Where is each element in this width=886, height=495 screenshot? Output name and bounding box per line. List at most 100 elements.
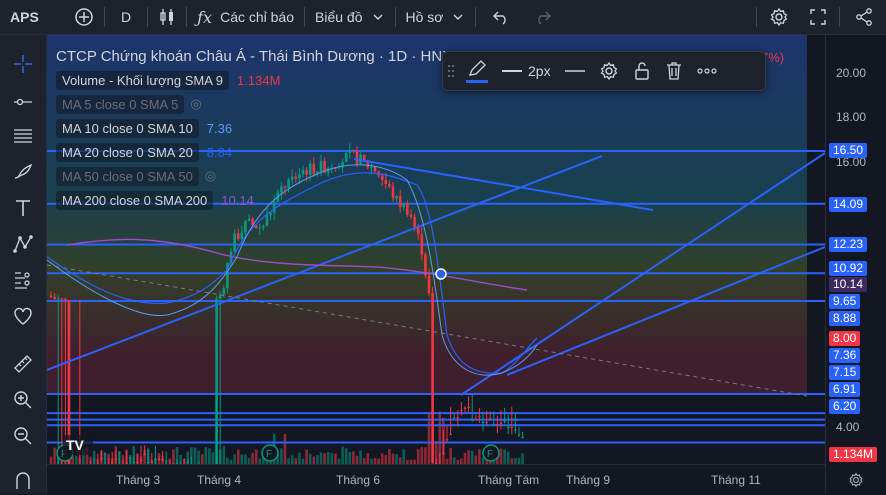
- drawing-toolbar: [0, 35, 47, 494]
- price-label: 16.50: [829, 143, 868, 158]
- pattern-tool[interactable]: [10, 231, 36, 257]
- time-tick: Tháng 4: [197, 473, 242, 487]
- unlock-icon: [634, 62, 649, 80]
- time-tick: Tháng 11: [711, 473, 761, 487]
- chart-pane[interactable]: F F F TV CTCP Chứng khoán Châu Á - Thái …: [47, 35, 825, 464]
- time-tick: Tháng 3: [116, 473, 161, 487]
- volume-bar: [474, 455, 478, 464]
- candle-body: [460, 410, 463, 412]
- horizontal-ray-tool[interactable]: [10, 89, 36, 115]
- volume-bar: [172, 449, 175, 464]
- eye-off-icon[interactable]: ◎: [205, 168, 216, 184]
- candle-body: [143, 454, 146, 456]
- divider: [394, 7, 396, 27]
- zoom-in-icon: [14, 391, 32, 409]
- ma50-legend-label[interactable]: MA 50 close 0 SMA 50: [56, 166, 199, 186]
- time-tick: Tháng 9: [566, 473, 611, 487]
- line-color-button[interactable]: [459, 52, 495, 90]
- crosshair-tool[interactable]: [10, 51, 36, 77]
- fullscreen-button[interactable]: [799, 0, 837, 34]
- volume-bar: [344, 448, 348, 464]
- candle-body: [409, 214, 413, 217]
- chart-type-button[interactable]: [150, 0, 184, 34]
- ruler-tool[interactable]: [10, 351, 36, 377]
- volume-bar: [395, 454, 398, 464]
- candle-body: [247, 218, 251, 222]
- volume-bar: [359, 450, 362, 464]
- volume-bar: [236, 449, 240, 464]
- time-axis[interactable]: [47, 464, 825, 495]
- ma20-legend-value: 8.84: [206, 144, 233, 160]
- candles-icon: [160, 9, 174, 25]
- zoom-in-tool[interactable]: [10, 387, 36, 413]
- interval-button[interactable]: D: [107, 0, 145, 34]
- axis-settings-button[interactable]: [848, 472, 864, 493]
- drawing-anchor-handle[interactable]: [435, 268, 447, 280]
- ma20-legend-label[interactable]: MA 20 close 0 SMA 20: [56, 142, 199, 162]
- volume-bar: [49, 456, 53, 464]
- volume-bar: [53, 447, 56, 464]
- redo-button[interactable]: [524, 0, 562, 34]
- legend-title[interactable]: CTCP Chứng khoán Châu Á - Thái Bình Dươn…: [56, 48, 452, 65]
- brush-icon: [14, 163, 33, 179]
- drag-handle[interactable]: [443, 52, 459, 90]
- indicators-button[interactable]: ƒx Các chỉ báo: [189, 0, 302, 34]
- candle-body: [110, 462, 114, 464]
- eye-off-icon[interactable]: ◎: [190, 96, 201, 112]
- ma5-legend-label[interactable]: MA 5 close 0 SMA 5: [56, 94, 185, 114]
- drawing-settings-button[interactable]: [592, 52, 626, 90]
- brush-tool[interactable]: [10, 159, 36, 185]
- volume-bar: [197, 450, 200, 464]
- horizontal-ray-icon: [14, 98, 32, 106]
- share-button[interactable]: [842, 0, 886, 34]
- candle-body: [499, 422, 503, 424]
- candle-body: [60, 298, 64, 300]
- more-button[interactable]: [690, 52, 724, 90]
- pencil-icon: [468, 59, 486, 76]
- line-style-button[interactable]: [558, 52, 592, 90]
- delete-button[interactable]: [658, 52, 690, 90]
- candle-body: [244, 221, 247, 233]
- candle-body: [488, 418, 492, 420]
- magnet-tool[interactable]: [10, 467, 36, 493]
- profile-button[interactable]: Hồ sơ: [398, 0, 474, 34]
- settings-button[interactable]: [759, 0, 799, 34]
- candle-body: [496, 424, 499, 426]
- volume-bar: [305, 449, 308, 464]
- gear-icon: [770, 7, 788, 27]
- candle-body: [521, 436, 524, 438]
- ma200-legend-label[interactable]: MA 200 close 0 SMA 200: [56, 190, 214, 210]
- symbol-search[interactable]: APS: [0, 0, 66, 34]
- lock-button[interactable]: [626, 52, 658, 90]
- divider: [839, 7, 840, 27]
- volume-bar: [254, 449, 258, 464]
- zoom-out-tool[interactable]: [10, 423, 36, 449]
- add-symbol-button[interactable]: [66, 0, 102, 34]
- chevron-down-icon: [373, 14, 382, 20]
- layout-button[interactable]: Biểu đồ: [307, 0, 392, 34]
- volume-bar: [74, 456, 78, 464]
- prediction-tool[interactable]: [10, 267, 36, 293]
- divider: [186, 7, 188, 27]
- volume-bar: [424, 447, 427, 464]
- volume-legend-label[interactable]: Volume - Khối lượng SMA 9: [56, 70, 230, 90]
- price-label: 10.14: [829, 277, 868, 292]
- grip-icon: [448, 65, 454, 77]
- text-tool[interactable]: [10, 195, 36, 221]
- candle-body: [485, 422, 488, 424]
- time-tick: Tháng 6: [336, 473, 381, 487]
- chevron-down-icon: [453, 14, 463, 20]
- drawing-properties-toolbar: 2px: [442, 51, 766, 91]
- volume-bar: [312, 456, 316, 464]
- undo-button[interactable]: [478, 0, 524, 34]
- gear-icon: [849, 472, 863, 488]
- line-width-button[interactable]: 2px: [495, 52, 558, 90]
- candle-body: [431, 293, 434, 463]
- volume-bar: [463, 453, 467, 464]
- volume-bar: [233, 454, 236, 464]
- favorites-tool[interactable]: [10, 303, 36, 329]
- ma10-legend-label[interactable]: MA 10 close 0 SMA 10: [56, 118, 199, 138]
- lines-tool[interactable]: [10, 123, 36, 149]
- tradingview-logo: TV: [63, 435, 93, 455]
- price-label: 7.36: [829, 348, 861, 363]
